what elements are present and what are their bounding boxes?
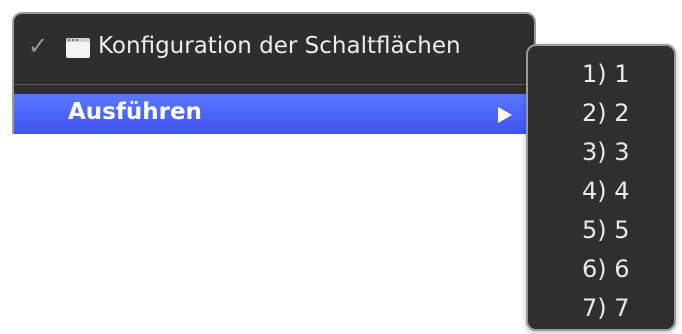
chevron-right-icon [498,107,512,123]
submenu-item-4[interactable]: 4) 4 [582,177,630,205]
checkmark-icon: ✓ [28,32,49,60]
submenu-item-7[interactable]: 7) 7 [582,294,630,322]
submenu-item-3[interactable]: 3) 3 [582,138,630,166]
menu-item-config-label: Konfiguration der Schaltflächen [98,33,461,59]
menu-item-run[interactable]: Ausführen [14,94,534,134]
submenu-item-1[interactable]: 1) 1 [582,60,630,88]
window-icon [66,38,90,58]
submenu-item-6[interactable]: 6) 6 [582,255,630,283]
submenu-item-5[interactable]: 5) 5 [582,216,630,244]
menu-separator [14,84,534,85]
menu-item-config[interactable]: ✓ Konfiguration der Schaltflächen [14,28,534,72]
context-menu: ✓ Konfiguration der Schaltflächen Ausfüh… [12,12,536,134]
submenu: 1) 1 2) 2 3) 3 4) 4 5) 5 6) 6 7) 7 [526,44,676,331]
screen: ✓ Konfiguration der Schaltflächen Ausfüh… [0,0,682,334]
menu-item-run-label: Ausführen [68,99,202,125]
submenu-item-2[interactable]: 2) 2 [582,99,630,127]
